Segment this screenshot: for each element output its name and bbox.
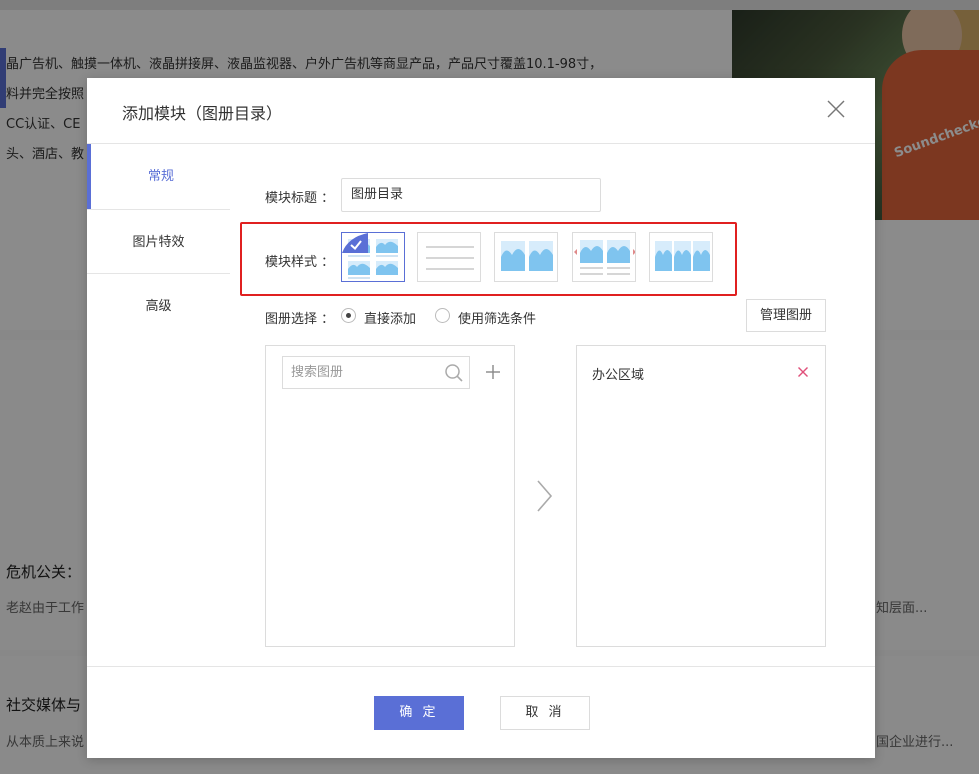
dialog-sidebar: 常规 图片特效 高级 <box>87 144 231 666</box>
selected-album-item: 办公区域 <box>592 368 645 383</box>
transfer-arrow-icon[interactable] <box>533 478 555 514</box>
tab-advanced[interactable]: 高级 <box>87 274 230 339</box>
add-icon[interactable] <box>484 363 502 381</box>
remove-icon[interactable] <box>797 366 809 378</box>
style-option-carousel-three[interactable] <box>649 232 713 282</box>
style-list-icon <box>426 246 474 270</box>
album-search-input[interactable] <box>282 356 470 389</box>
manage-albums-button[interactable]: 管理图册 <box>746 299 826 332</box>
radio-use-filter[interactable] <box>435 308 450 323</box>
close-icon[interactable] <box>825 98 847 120</box>
style-option-carousel-captions[interactable] <box>572 232 636 282</box>
module-title-input[interactable]: 图册目录 <box>341 178 601 212</box>
style-option-grid[interactable] <box>341 232 405 282</box>
tab-general[interactable]: 常规 <box>87 144 231 209</box>
album-select-label: 图册选择 ： <box>265 312 335 327</box>
dialog-title: 添加模块（图册目录） <box>122 104 283 123</box>
style-two-column-icon <box>501 241 553 271</box>
tab-image-effects[interactable]: 图片特效 <box>87 209 230 274</box>
dialog-header: 添加模块（图册目录） <box>87 78 875 144</box>
selected-albums-panel: 办公区域 <box>576 345 826 647</box>
module-style-label: 模块样式 ： <box>265 255 335 270</box>
style-carousel-captions-icon <box>574 240 635 275</box>
style-option-list[interactable] <box>417 232 481 282</box>
dialog-footer: 确 定 取 消 <box>87 666 875 758</box>
add-module-dialog: 添加模块（图册目录） 常规 图片特效 高级 模块标题 ： 图册目录 模块样式 ： <box>87 78 875 758</box>
available-albums-panel <box>265 345 515 647</box>
search-icon[interactable] <box>444 363 464 383</box>
confirm-button[interactable]: 确 定 <box>374 696 464 730</box>
style-option-two-column[interactable] <box>494 232 558 282</box>
selected-check-icon <box>342 233 368 253</box>
cancel-button[interactable]: 取 消 <box>500 696 590 730</box>
style-carousel-three-icon <box>655 241 710 271</box>
radio-direct-add[interactable] <box>341 308 356 323</box>
radio-use-filter-label[interactable]: 使用筛选条件 <box>458 308 536 327</box>
radio-direct-add-label[interactable]: 直接添加 <box>364 308 416 327</box>
module-title-label: 模块标题 ： <box>265 191 335 206</box>
